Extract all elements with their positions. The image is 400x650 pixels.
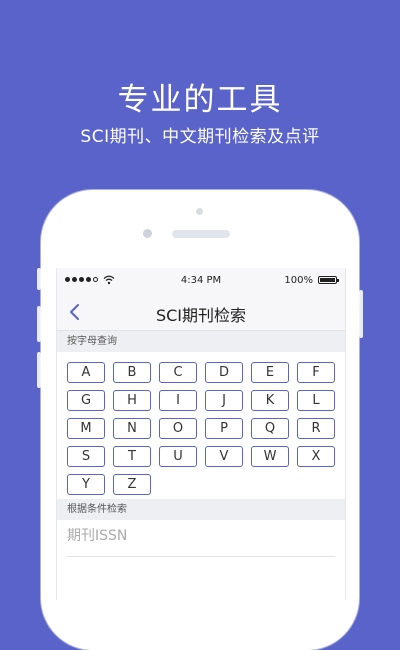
letter-button-w[interactable]: W (251, 446, 289, 467)
page-title: SCI期刊检索 (155, 306, 247, 325)
letter-button-b[interactable]: B (113, 362, 151, 383)
phone-speaker (172, 230, 230, 238)
status-bar: 4:34 PM 100% (57, 268, 345, 293)
promo-subline: SCI期刊、中文期刊检索及点评 (80, 127, 320, 147)
letter-button-n[interactable]: N (113, 418, 151, 439)
battery-percent: 100% (284, 275, 313, 286)
letter-button-a[interactable]: A (67, 362, 105, 383)
letter-button-q[interactable]: Q (251, 418, 289, 439)
letter-button-o[interactable]: O (159, 418, 197, 439)
issn-input[interactable] (67, 528, 327, 544)
letter-button-e[interactable]: E (251, 362, 289, 383)
phone-sensor (196, 208, 203, 215)
letter-button-f[interactable]: F (297, 362, 335, 383)
promo-headline: 专业的工具 (117, 82, 283, 118)
phone-camera (143, 229, 152, 238)
issn-field (67, 520, 335, 557)
letter-button-t[interactable]: T (113, 446, 151, 467)
letter-button-i[interactable]: I (159, 390, 197, 411)
letter-section-label: 按字母查询 (57, 331, 345, 352)
letter-button-v[interactable]: V (205, 446, 243, 467)
letter-button-u[interactable]: U (159, 446, 197, 467)
letter-button-y[interactable]: Y (67, 474, 105, 495)
letter-button-m[interactable]: M (67, 418, 105, 439)
letter-grid: ABCDEF GHIJKL MNOPQR STUVWX YZ (57, 352, 345, 496)
letter-button-c[interactable]: C (159, 362, 197, 383)
letter-button-d[interactable]: D (205, 362, 243, 383)
letter-button-z[interactable]: Z (113, 474, 151, 495)
letter-button-x[interactable]: X (297, 446, 335, 467)
condition-section-label: 根据条件检索 (57, 499, 345, 520)
letter-button-s[interactable]: S (67, 446, 105, 467)
letter-button-g[interactable]: G (67, 390, 105, 411)
battery-icon (318, 276, 339, 284)
nav-bar: SCI期刊检索 (57, 293, 345, 331)
letter-button-p[interactable]: P (205, 418, 243, 439)
letter-button-k[interactable]: K (251, 390, 289, 411)
letter-button-r[interactable]: R (297, 418, 335, 439)
letter-button-l[interactable]: L (297, 390, 335, 411)
phone-power-button (359, 290, 363, 338)
letter-button-h[interactable]: H (113, 390, 151, 411)
phone-screen: 4:34 PM 100% SCI期刊检索 按字母查询 ABCDEF GHIJKL M… (56, 268, 346, 600)
letter-button-j[interactable]: J (205, 390, 243, 411)
